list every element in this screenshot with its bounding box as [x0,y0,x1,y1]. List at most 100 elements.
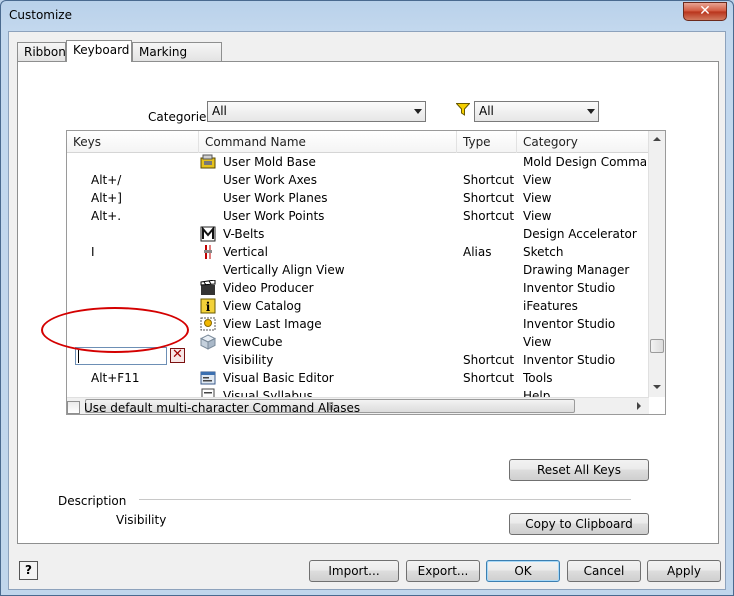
default-aliases-checkbox[interactable] [67,401,80,414]
syllabus-icon [199,387,217,397]
table-row[interactable]: I Vertical Alias Sketch [67,243,649,261]
category-cell: Design Accelerator [523,227,637,241]
vba-editor-icon [199,369,217,387]
chevron-down-icon [587,109,595,114]
column-header-command-name[interactable]: Command Name [199,131,457,153]
command-cell: User Mold Base [223,155,316,169]
funnel-icon [456,103,470,116]
category-cell: Mold Design Command [523,155,649,169]
type-cell: Shortcut [463,371,515,385]
category-cell: Tools [523,371,553,385]
filter-dropdown-value: All [479,104,494,118]
table-row[interactable]: Alt+] User Work Planes Shortcut View [67,189,649,207]
table-row[interactable]: Alt+. User Work Points Shortcut View [67,207,649,225]
help-button[interactable]: ? [19,561,38,580]
tab-marking-menu[interactable]: Marking Menu [132,42,222,74]
command-grid[interactable]: Keys Command Name Type Category User Mol… [66,130,666,415]
type-cell: Shortcut [463,191,515,205]
category-cell: Inventor Studio [523,353,616,367]
category-cell: Inventor Studio [523,281,616,295]
category-cell: iFeatures [523,299,578,313]
command-cell: V-Belts [223,227,265,241]
type-cell: Shortcut [463,353,515,367]
reset-all-keys-button[interactable]: Reset All Keys [509,459,649,481]
text-caret [78,350,79,363]
type-cell: Alias [463,245,492,259]
vertical-scrollbar[interactable] [648,131,665,397]
vertical-scroll-thumb[interactable] [650,339,664,353]
customize-window: Customize ✕ Ribbon Keyboard Marking Menu… [0,0,734,596]
title-bar[interactable]: Customize ✕ [1,1,733,31]
table-row[interactable]: Video Producer Inventor Studio [67,279,649,297]
category-cell: Inventor Studio [523,317,616,331]
command-cell: User Work Planes [223,191,328,205]
info-catalog-icon: i [199,297,217,315]
description-divider [139,499,631,500]
category-cell: View [523,191,552,205]
apply-button[interactable]: Apply [647,560,721,582]
command-cell: Video Producer [223,281,314,295]
keys-cell: Alt+/ [91,173,122,187]
table-row[interactable]: Alt+/ User Work Axes Shortcut View [67,171,649,189]
vertical-constraint-icon [199,243,217,261]
category-cell: View [523,173,552,187]
chevron-down-icon [414,109,422,114]
export-button[interactable]: Export... [406,560,480,582]
ok-button[interactable]: OK [486,560,560,582]
category-cell: Drawing Manager [523,263,630,277]
table-row[interactable]: Vertically Align View Drawing Manager [67,261,649,279]
table-row[interactable]: Visual Syllabus Help [67,387,649,397]
command-cell: User Work Points [223,209,325,223]
scroll-down-icon[interactable] [653,385,661,389]
scroll-right-icon[interactable] [637,402,641,410]
viewcube-icon [199,333,217,351]
category-cell: View [523,209,552,223]
command-cell: View Last Image [223,317,322,331]
category-cell: Sketch [523,245,564,259]
type-cell: Shortcut [463,173,515,187]
command-cell: View Catalog [223,299,302,313]
tab-ribbon[interactable]: Ribbon [17,42,66,62]
category-cell: View [523,335,552,349]
filter-dropdown[interactable]: All [474,101,599,122]
column-header-type[interactable]: Type [457,131,517,153]
keys-cell: I [91,245,95,259]
highlight-annotation-ellipse [41,307,189,353]
scroll-up-icon[interactable] [653,137,661,141]
video-producer-icon [199,279,217,297]
command-cell: ViewCube [223,335,283,349]
keyboard-tab-panel: Categories All All Keys Command Name Typ… [17,61,719,544]
grid-rows: User Mold Base Mold Design Command Alt+/… [67,153,649,397]
window-title: Customize [9,8,72,22]
command-cell: Vertical [223,245,268,259]
table-row[interactable]: Alt+F11 Visual Basic Editor Shortcut Too… [67,369,649,387]
column-header-category[interactable]: Category [517,131,649,153]
grid-header: Keys Command Name Type Category [67,131,649,153]
clear-key-button[interactable]: ✕ [170,348,185,363]
cancel-button[interactable]: Cancel [567,560,641,582]
last-image-icon [199,315,217,333]
command-cell: Visibility [223,353,274,367]
import-button[interactable]: Import... [309,560,399,582]
v-belts-icon [199,225,217,243]
close-button[interactable]: ✕ [683,2,727,21]
table-row[interactable]: User Mold Base Mold Design Command [67,153,649,171]
default-aliases-label: Use default multi-character Command Alia… [84,401,361,415]
category-cell: Help [523,389,551,397]
keys-cell: Alt+. [91,209,122,223]
keys-cell: Alt+F11 [91,371,140,385]
categories-label: Categories [148,110,213,124]
table-row[interactable]: V-Belts Design Accelerator [67,225,649,243]
categories-dropdown[interactable]: All [207,101,426,122]
mold-base-icon [199,153,217,171]
command-cell: Visual Basic Editor [223,371,334,385]
command-cell: User Work Axes [223,173,317,187]
keys-cell: Alt+] [91,191,122,205]
categories-dropdown-value: All [212,104,227,118]
svg-text:i: i [206,300,211,314]
type-cell: Shortcut [463,209,515,223]
command-cell: Vertically Align View [223,263,345,277]
tab-keyboard[interactable]: Keyboard [66,40,132,62]
column-header-keys[interactable]: Keys [67,131,199,153]
copy-to-clipboard-button[interactable]: Copy to Clipboard [509,513,649,535]
